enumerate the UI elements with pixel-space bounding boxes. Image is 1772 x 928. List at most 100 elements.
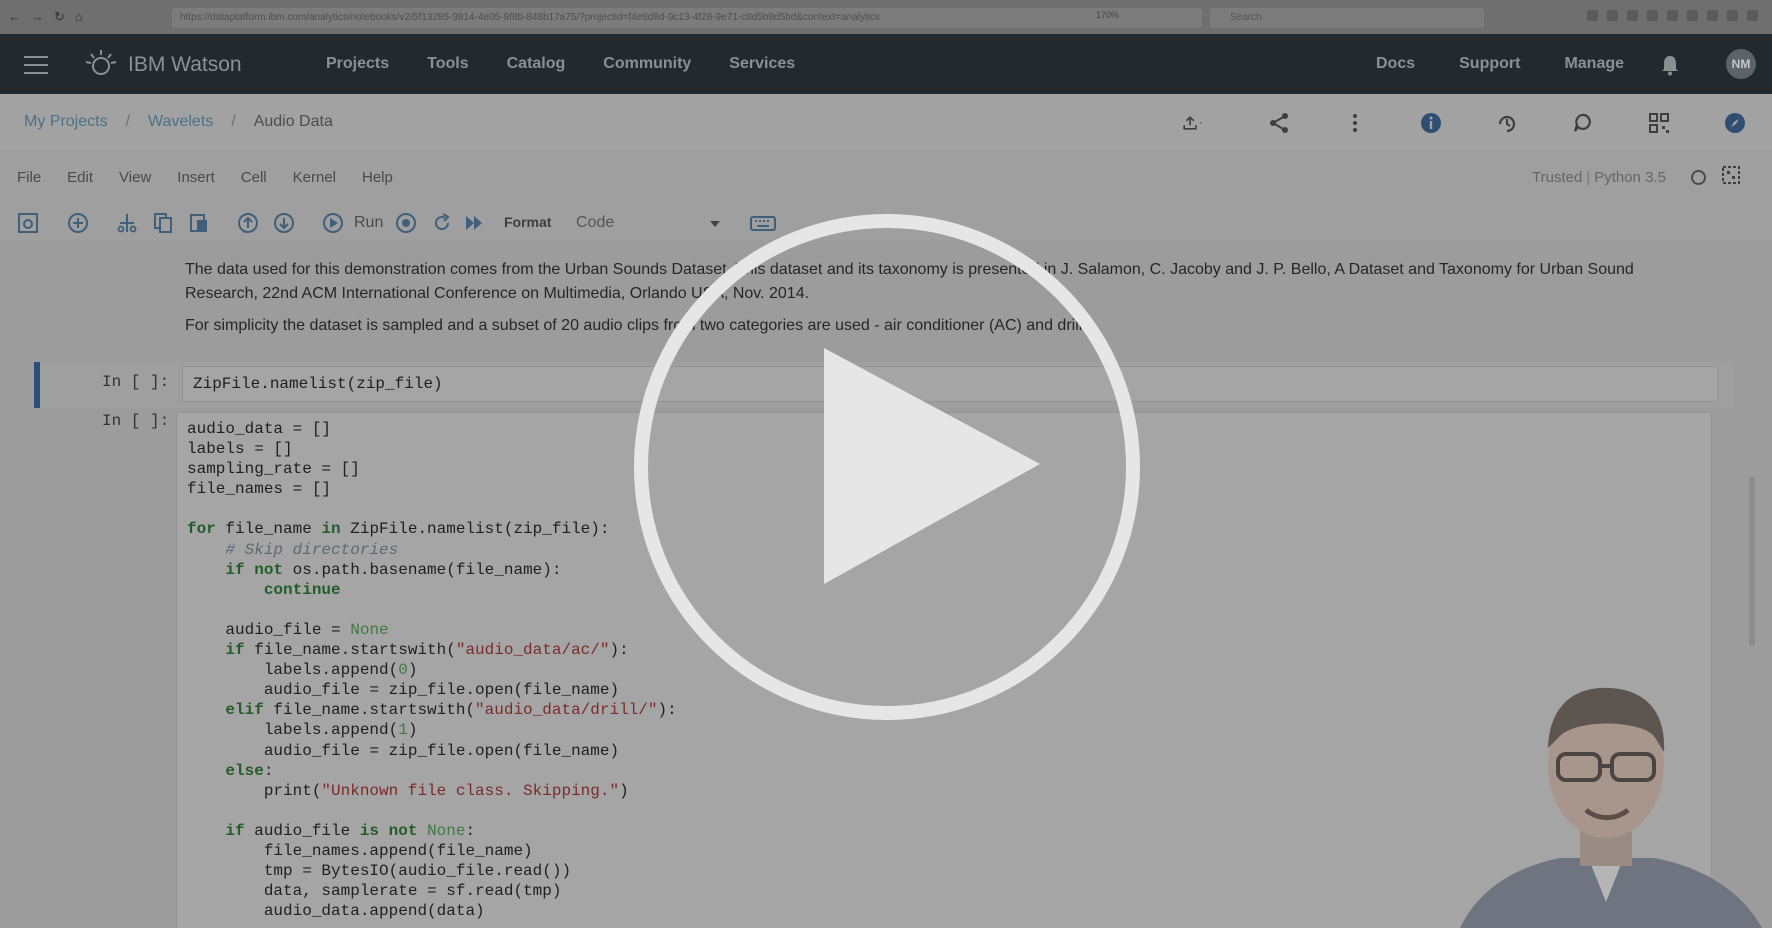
compass-icon[interactable] [1724, 112, 1746, 134]
menu-file[interactable]: File [17, 169, 41, 186]
nav-support[interactable]: Support [1459, 55, 1520, 73]
code-line: audio_file = zip_file.open(file_name) [187, 741, 620, 760]
code-line: print("Unknown file class. Skipping.") [187, 781, 629, 800]
menu-icon[interactable] [1747, 10, 1758, 21]
code-line: elif file_name.startswith("audio_data/dr… [225, 701, 677, 720]
grid-icon[interactable] [1648, 112, 1670, 134]
presenter-webcam [1460, 687, 1762, 928]
nav-community[interactable]: Community [603, 55, 691, 73]
play-icon[interactable] [630, 210, 1144, 724]
paste-icon[interactable] [188, 212, 210, 234]
code-line: file_names = [] [187, 480, 332, 499]
move-up-icon[interactable] [237, 212, 259, 234]
nav-docs[interactable]: Docs [1376, 55, 1415, 73]
sidebar-icon[interactable] [1647, 10, 1658, 21]
bell-icon[interactable] [1660, 54, 1680, 76]
nav-manage[interactable]: Manage [1564, 55, 1624, 73]
code-line: ZipFile.namelist(zip_file) [193, 375, 443, 393]
menu-edit[interactable]: Edit [67, 169, 93, 186]
extension-icon[interactable] [1667, 10, 1678, 21]
save-icon[interactable] [17, 212, 39, 234]
code-line: labels.append(1) [187, 721, 418, 740]
breadcrumb-bar: My Projects / Wavelets / Audio Data [0, 94, 1772, 150]
kernel-status: Trusted | Python 3.5 [1532, 169, 1666, 186]
nav-tools[interactable]: Tools [427, 55, 468, 73]
browser-toolbar: ← → ↻ ⌂ https://dataplatform.ibm.com/ana… [0, 0, 1772, 35]
history-icon[interactable] [1496, 112, 1518, 134]
trusted-indicator[interactable]: Trusted [1532, 169, 1582, 186]
menu-kernel[interactable]: Kernel [293, 169, 336, 186]
extension-icon[interactable] [1607, 10, 1618, 21]
code-line: if audio_file is not None: [225, 821, 476, 840]
breadcrumb-current: Audio Data [253, 113, 333, 130]
notebook-menu-bar: File Edit View Insert Cell Kernel Help T… [0, 150, 1772, 206]
menu-help[interactable]: Help [362, 169, 393, 186]
code-line: file_names.append(file_name) [187, 841, 533, 860]
cut-icon[interactable] [116, 212, 138, 234]
code-line: tmp = BytesIO(audio_file.read()) [187, 862, 572, 881]
primary-nav: Projects Tools Catalog Community Service… [326, 55, 795, 73]
code-line: audio_file = None [187, 620, 389, 639]
run-all-icon[interactable] [463, 212, 485, 234]
forward-icon[interactable]: → [31, 9, 44, 25]
kernel-name[interactable]: Python 3.5 [1594, 169, 1666, 186]
avatar[interactable]: NM [1726, 49, 1756, 79]
add-cell-icon[interactable] [67, 212, 89, 234]
extension-icon[interactable] [1687, 10, 1698, 21]
comment-icon[interactable] [1572, 112, 1594, 134]
scrollbar-thumb[interactable] [1749, 476, 1755, 646]
command-palette-icon[interactable] [1722, 166, 1740, 184]
interrupt-icon[interactable] [395, 212, 417, 234]
breadcrumb: My Projects / Wavelets / Audio Data [24, 113, 333, 131]
extension-icon[interactable] [1627, 10, 1638, 21]
breadcrumb-wavelets[interactable]: Wavelets [148, 113, 213, 130]
code-line: data, samplerate = sf.read(tmp) [187, 882, 562, 901]
menu-cell[interactable]: Cell [241, 169, 267, 186]
extension-icon[interactable] [1707, 10, 1718, 21]
nav-projects[interactable]: Projects [326, 55, 389, 73]
reload-icon[interactable]: ↻ [54, 9, 65, 25]
share-icon[interactable] [1268, 112, 1290, 134]
back-icon[interactable]: ← [8, 9, 21, 25]
more-vertical-icon[interactable] [1344, 112, 1366, 134]
nav-catalog[interactable]: Catalog [507, 55, 566, 73]
upload-icon[interactable] [1182, 112, 1204, 134]
code-line: sampling_rate = [] [187, 460, 360, 479]
hamburger-icon[interactable] [24, 56, 48, 74]
copy-icon[interactable] [152, 212, 174, 234]
brand-name[interactable]: IBM Watson [128, 53, 242, 77]
breadcrumb-my-projects[interactable]: My Projects [24, 113, 108, 130]
code-line: for file_name in ZipFile.namelist(zip_fi… [187, 520, 610, 539]
menu-list: File Edit View Insert Cell Kernel Help [17, 169, 393, 186]
move-down-icon[interactable] [273, 212, 295, 234]
browser-search-input[interactable]: Search [1210, 8, 1484, 28]
cell-prompt: In [ ]: [102, 412, 170, 430]
format-label: Format [504, 214, 552, 230]
library-icon[interactable] [1587, 10, 1598, 21]
code-line: audio_data = [] [187, 420, 332, 438]
zoom-level[interactable]: 170% [1096, 10, 1119, 20]
run-button[interactable]: Run [354, 214, 383, 232]
restart-icon[interactable] [431, 212, 453, 234]
menu-view[interactable]: View [119, 169, 151, 186]
kernel-idle-icon [1691, 170, 1706, 185]
watson-logo-icon [85, 50, 117, 75]
extension-icon[interactable] [1727, 10, 1738, 21]
code-line: labels.append(0) [187, 661, 418, 680]
run-icon[interactable] [322, 212, 344, 234]
url-bar[interactable]: https://dataplatform.ibm.com/analytics/n… [172, 8, 1202, 28]
code-line: labels = [] [187, 440, 293, 459]
code-line: audio_file = zip_file.open(file_name) [187, 681, 620, 700]
info-icon[interactable] [1420, 112, 1442, 134]
nav-services[interactable]: Services [729, 55, 795, 73]
browser-extension-icons [1587, 10, 1758, 21]
code-line: if not os.path.basename(file_name): [225, 560, 562, 579]
menu-insert[interactable]: Insert [177, 169, 215, 186]
cell-prompt: In [ ]: [102, 373, 170, 391]
code-line: continue [263, 580, 341, 599]
home-icon[interactable]: ⌂ [75, 9, 83, 25]
cell-type-value: Code [576, 214, 615, 231]
